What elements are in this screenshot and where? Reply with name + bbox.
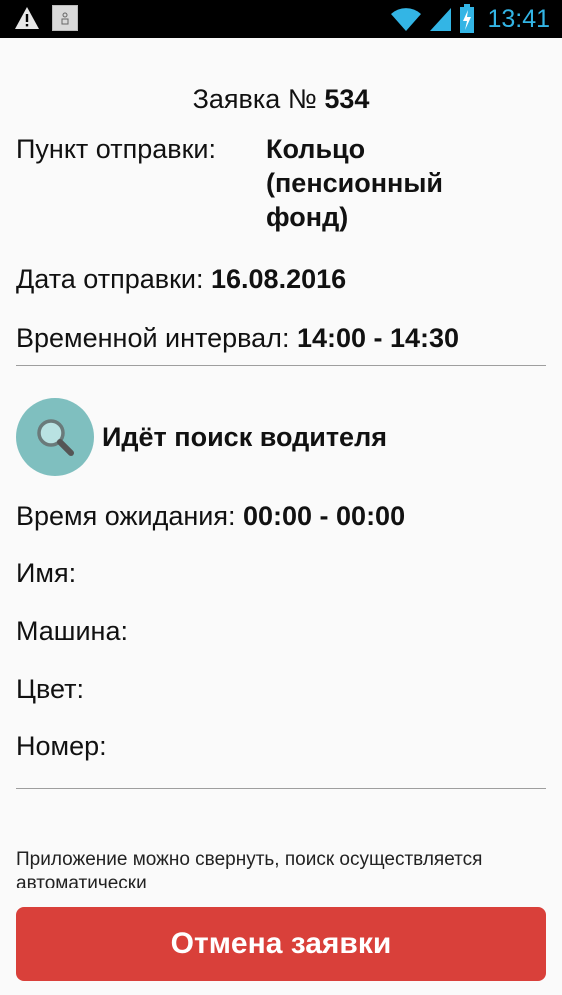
interval-label: Временной интервал: [16, 323, 290, 353]
car-color-label: Цвет: [16, 674, 85, 704]
status-bar-clock: 13:41 [487, 5, 550, 33]
interval-value: 14:00 - 14:30 [296, 323, 460, 353]
plate-row: Номер: [16, 729, 107, 763]
divider [16, 788, 546, 789]
car-row: Машина: [16, 614, 128, 648]
origin-value: Кольцо (пенсионный фонд) [266, 134, 444, 232]
battery-charging-icon [460, 4, 475, 33]
wait-time-label: Время ожидания: [16, 501, 236, 531]
driver-name-row: Имя: [16, 556, 76, 590]
order-title: Заявка № 534 [16, 82, 546, 116]
status-bar: 13:41 [0, 0, 562, 38]
order-number: 534 [324, 84, 370, 114]
notification-image-icon [52, 5, 78, 31]
driver-search-status: Идёт поиск водителя [102, 421, 387, 452]
divider [16, 365, 546, 366]
wait-time-value: 00:00 - 00:00 [242, 501, 406, 531]
car-color-row: Цвет: [16, 672, 84, 706]
origin-label: Пункт отправки: [16, 134, 216, 164]
wifi-icon [391, 8, 422, 31]
date-row: Дата отправки: 16.08.2016 [16, 262, 346, 296]
driver-search-row: Идёт поиск водителя [16, 398, 387, 476]
wait-time-row: Время ожидания: 00:00 - 00:00 [16, 499, 405, 533]
car-label: Машина: [16, 616, 128, 646]
cell-signal-icon [430, 8, 452, 31]
cancel-order-button[interactable]: Отмена заявки [16, 907, 546, 981]
search-icon [16, 398, 94, 476]
date-label: Дата отправки: [16, 264, 204, 294]
interval-row: Временной интервал: 14:00 - 14:30 [16, 321, 459, 355]
plate-label: Номер: [16, 731, 107, 761]
warning-icon [15, 7, 39, 29]
driver-name-label: Имя: [16, 558, 77, 588]
date-value: 16.08.2016 [211, 264, 347, 294]
order-title-prefix: Заявка № [192, 84, 317, 114]
hint-text: Приложение можно свернуть, поиск осущест… [16, 849, 483, 888]
